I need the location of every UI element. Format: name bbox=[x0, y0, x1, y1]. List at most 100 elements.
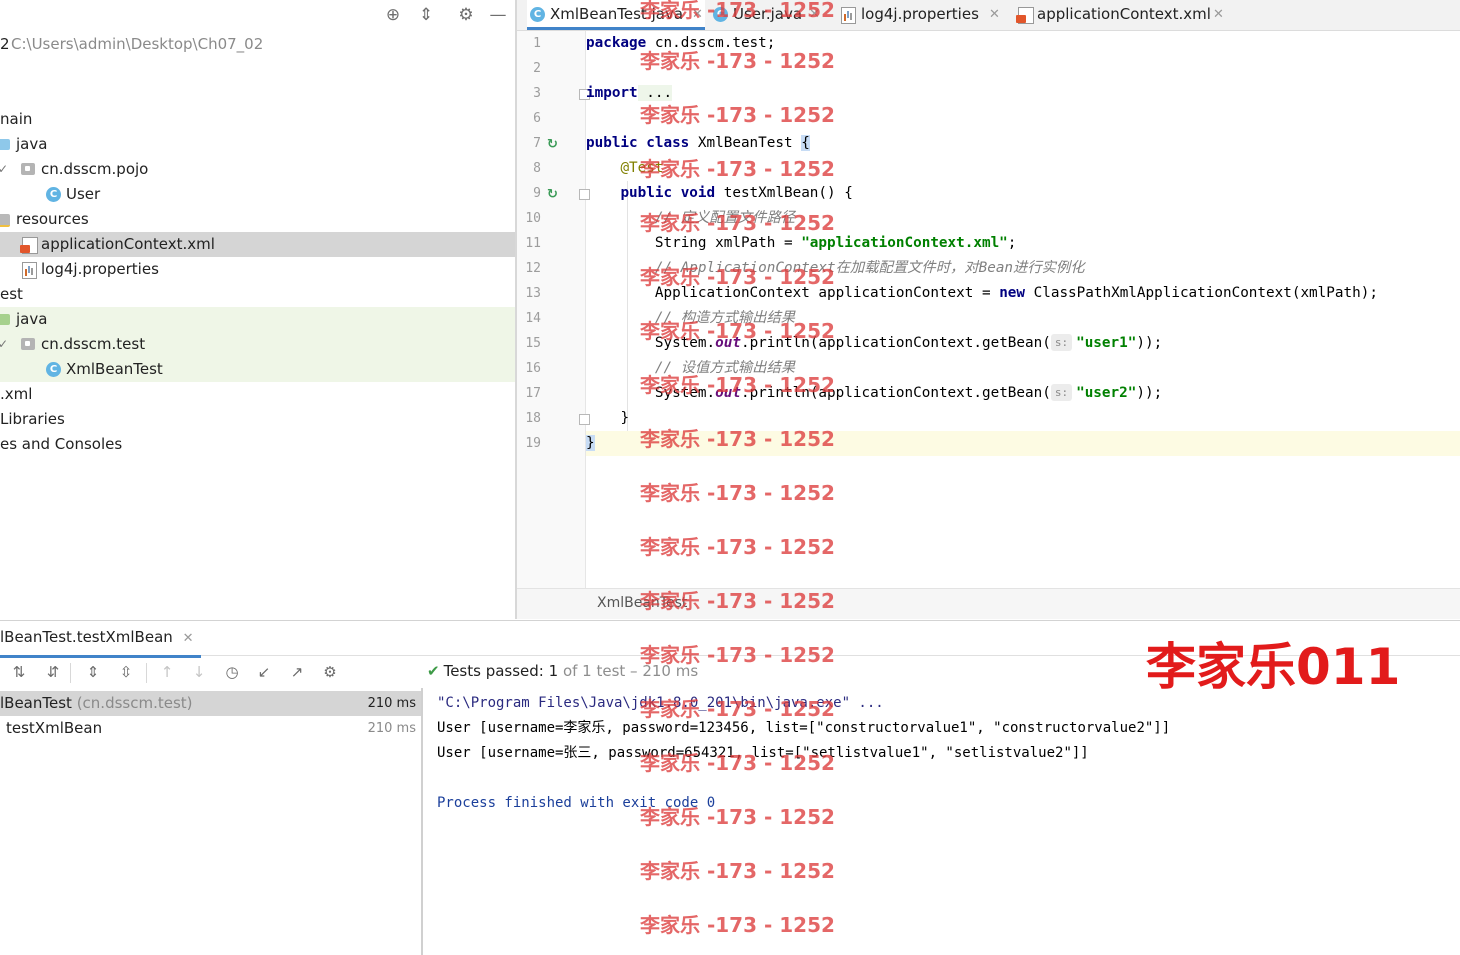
tree-item-pom-label: .xml bbox=[0, 385, 33, 403]
code-area[interactable]: package cn.dsscm.test; import ... public… bbox=[586, 31, 1460, 588]
editor: C XmlBeanTest.java ✕ C User.java ✕ log4j… bbox=[517, 0, 1460, 619]
tab-log4j[interactable]: log4j.properties ✕ bbox=[841, 0, 1007, 30]
code-token: new bbox=[999, 285, 1026, 301]
test-row-method[interactable]: testXmlBean 210 ms bbox=[0, 716, 421, 741]
line-number: 14 bbox=[525, 311, 541, 326]
code-comment: // 设值方式输出结果 bbox=[654, 360, 796, 376]
tab-user[interactable]: C User.java ✕ bbox=[713, 0, 831, 30]
tree-item-main[interactable]: nain bbox=[0, 107, 515, 132]
project-root-row[interactable]: 2 C:\Users\admin\Desktop\Ch07_02 bbox=[0, 32, 515, 57]
line-number: 13 bbox=[525, 286, 541, 301]
tree-item-pkg-pojo-label: cn.dsscm.pojo bbox=[41, 160, 149, 178]
tree-item-libraries[interactable]: Libraries bbox=[0, 407, 515, 432]
tree-item-main-java[interactable]: java bbox=[0, 132, 515, 157]
tree-item-test-java[interactable]: java bbox=[0, 307, 515, 332]
code-token: cn.dsscm.test; bbox=[646, 35, 776, 51]
tab-xmlbeantest[interactable]: C XmlBeanTest.java ✕ bbox=[527, 0, 705, 30]
code-token: public void bbox=[620, 185, 716, 201]
code-token: ApplicationContext applicationContext = bbox=[654, 285, 1000, 301]
console-line: "C:\Program Files\Java\jdk1.8.0_201\bin\… bbox=[437, 695, 884, 711]
breadcrumb-item[interactable]: XmlBeanTest bbox=[597, 595, 687, 611]
collapse-all-icon[interactable]: ⇳ bbox=[115, 661, 137, 683]
run-test-class-icon[interactable]: ↻ bbox=[547, 137, 563, 152]
line-number: 12 bbox=[525, 261, 541, 276]
code-line: } bbox=[586, 406, 1460, 431]
collapse-all-icon[interactable]: ⇕ bbox=[415, 4, 437, 26]
test-duration: 210 ms bbox=[367, 696, 416, 711]
code-line-current: } bbox=[586, 431, 1460, 456]
code-token: } bbox=[620, 410, 630, 426]
tree-item-log4j[interactable]: log4j.properties bbox=[0, 257, 515, 282]
sort-alpha-icon[interactable]: ⇅ bbox=[8, 661, 30, 683]
tab-app-context[interactable]: applicationContext.xml ✕ bbox=[1015, 0, 1230, 30]
code-token: testXmlBean() { bbox=[715, 185, 853, 201]
tree-item-pkg-pojo[interactable]: ✓ cn.dsscm.pojo bbox=[0, 157, 515, 182]
close-icon[interactable]: ✕ bbox=[989, 0, 1000, 29]
project-toolbar: ⊕ ⇕ ⚙ — bbox=[0, 0, 515, 30]
code-token: import bbox=[586, 85, 638, 101]
close-icon[interactable]: ✕ bbox=[692, 0, 703, 29]
parameter-hint: s: bbox=[1050, 334, 1073, 351]
line-number: 16 bbox=[525, 361, 541, 376]
test-row-class[interactable]: lBeanTest (cn.dsscm.test) 210 ms bbox=[0, 691, 421, 716]
tests-divider[interactable] bbox=[421, 688, 423, 955]
tree-item-pom[interactable]: .xml bbox=[0, 382, 515, 407]
code-token: ClassPathXmlApplicationContext(xmlPath); bbox=[1025, 285, 1378, 301]
console-output[interactable]: "C:\Program Files\Java\jdk1.8.0_201\bin\… bbox=[437, 688, 1457, 955]
test-duration: 210 ms bbox=[367, 721, 416, 736]
code-comment: // 构造方式输出结果 bbox=[654, 310, 796, 326]
tree-item-test[interactable]: est bbox=[0, 282, 515, 307]
tree-item-resources[interactable]: resources bbox=[0, 207, 515, 232]
code-line: String xmlPath = "applicationContext.xml… bbox=[586, 231, 1460, 256]
code-line: ApplicationContext applicationContext = … bbox=[586, 281, 1460, 306]
tree-item-xmlbeantest[interactable]: C XmlBeanTest bbox=[0, 357, 515, 382]
gear-icon[interactable]: ⚙ bbox=[319, 661, 341, 683]
close-icon[interactable]: ✕ bbox=[183, 631, 194, 646]
close-icon[interactable]: ✕ bbox=[809, 0, 820, 29]
tree-item-pkg-test[interactable]: ✓ cn.dsscm.test bbox=[0, 332, 515, 357]
line-number: 6 bbox=[533, 111, 541, 126]
class-icon: C bbox=[46, 187, 61, 202]
chevron-down-icon[interactable]: ✓ bbox=[0, 332, 8, 357]
code-line: public class XmlBeanTest { bbox=[586, 131, 1460, 156]
expand-all-icon[interactable]: ⇕ bbox=[82, 661, 104, 683]
run-tab-label: lBeanTest.testXmlBean bbox=[0, 628, 173, 646]
editor-gutter[interactable]: 1 2 3 6 7 8 9 10 11 12 13 14 15 16 17 18… bbox=[517, 31, 590, 588]
code-token: package bbox=[586, 35, 647, 51]
locate-icon[interactable]: ⊕ bbox=[382, 4, 404, 26]
chevron-down-icon[interactable]: ✓ bbox=[0, 157, 8, 182]
code-comment: // 定义配置文件路径 bbox=[654, 210, 796, 226]
run-tab[interactable]: lBeanTest.testXmlBean ✕ bbox=[0, 627, 202, 658]
line-number: 11 bbox=[525, 236, 541, 251]
code-line: System.out.println(applicationContext.ge… bbox=[586, 331, 1460, 356]
code-token: @Test bbox=[620, 160, 664, 176]
gear-icon[interactable]: ⚙ bbox=[455, 4, 477, 26]
import-tests-icon[interactable]: ↙ bbox=[253, 661, 275, 683]
test-folder-icon bbox=[0, 314, 10, 325]
code-line: // 构造方式输出结果 bbox=[586, 306, 1460, 331]
tree-item-app-context[interactable]: applicationContext.xml bbox=[0, 232, 515, 257]
code-token: .println(applicationContext.getBean( bbox=[740, 335, 1051, 351]
folded-imports[interactable]: ... bbox=[637, 85, 673, 101]
history-icon[interactable]: ◷ bbox=[221, 661, 243, 683]
minimize-icon[interactable]: — bbox=[487, 4, 509, 26]
next-failed-icon[interactable]: ↓ bbox=[188, 661, 210, 683]
source-folder-icon bbox=[0, 139, 10, 150]
tree-item-user-label: User bbox=[66, 185, 101, 203]
properties-file-icon bbox=[22, 262, 37, 279]
tree-item-scratches[interactable]: es and Consoles bbox=[0, 432, 515, 457]
tree-item-main-label: nain bbox=[0, 110, 33, 128]
close-icon[interactable]: ✕ bbox=[1213, 0, 1224, 29]
sort-duration-icon[interactable]: ⇵ bbox=[42, 661, 64, 683]
breadcrumb[interactable]: XmlBeanTest bbox=[517, 588, 1460, 619]
previous-failed-icon[interactable]: ↑ bbox=[156, 661, 178, 683]
xml-file-icon bbox=[1016, 7, 1034, 24]
code-token: System. bbox=[654, 385, 716, 401]
tree-item-main-java-label: java bbox=[16, 135, 48, 153]
resources-folder-icon bbox=[0, 214, 10, 227]
brace-highlight: } bbox=[586, 435, 595, 451]
code-line: // 定义配置文件路径 bbox=[586, 206, 1460, 231]
run-test-method-icon[interactable]: ↻ bbox=[547, 187, 563, 202]
tree-item-user[interactable]: C User bbox=[0, 182, 515, 207]
export-tests-icon[interactable]: ↗ bbox=[286, 661, 308, 683]
